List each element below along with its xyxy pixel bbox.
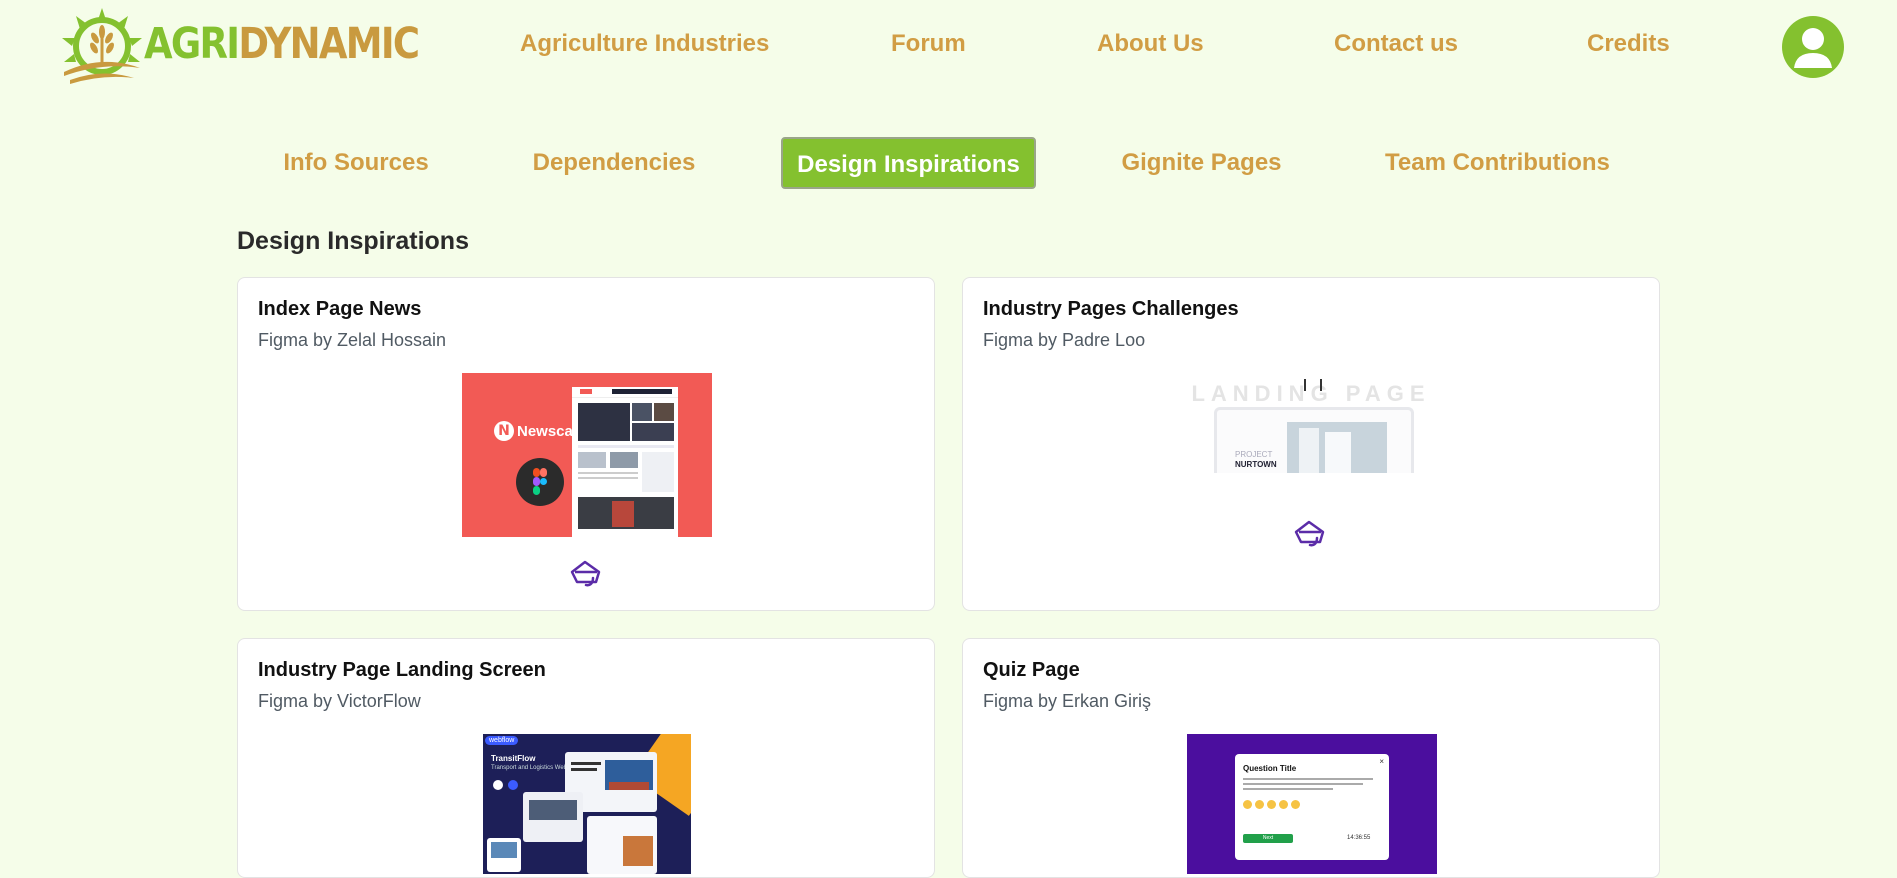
laptop-preview: PROJECT NURTOWN [1214,407,1414,473]
card-title: Industry Page Landing Screen [258,659,546,681]
design-thumbnail[interactable]: webflow TransitFlow Transport and Logist… [483,734,691,874]
design-card: Index Page News Figma by Zelal Hossain N… [237,277,935,611]
card-subtitle: Figma by Padre Loo [983,330,1146,350]
nav-agriculture-industries[interactable]: Agriculture Industries [520,30,769,58]
webflow-badge: webflow [485,736,519,745]
design-thumbnail[interactable]: LANDING PAGE PROJECT NURTOWN [1186,373,1436,473]
design-card: Industry Page Landing Screen Figma by Vi… [237,638,935,878]
card-title: Index Page News [258,298,422,320]
figma-link-icon[interactable] [569,558,603,588]
top-navigation: AGRIDYNAMIC Agriculture Industries Forum… [0,0,1897,95]
tab-design-inspirations[interactable]: Design Inspirations [781,137,1036,189]
tab-dependencies[interactable]: Dependencies [528,137,700,189]
card-title: Industry Pages Challenges [983,298,1239,320]
nav-credits[interactable]: Credits [1587,30,1670,58]
design-thumbnail[interactable]: × Question Title Next 14:36:55 [1187,734,1437,874]
thumb-brand: TransitFlow [491,754,536,763]
card-subtitle: Figma by VictorFlow [258,691,421,711]
quiz-dialog-preview: × Question Title Next 14:36:55 [1235,754,1389,860]
user-profile-button[interactable] [1782,16,1844,78]
user-icon [1794,28,1832,68]
agridynamic-logo[interactable]: AGRIDYNAMIC [56,6,420,86]
newscast-page-preview [572,387,678,537]
nav-contact-us[interactable]: Contact us [1334,30,1458,58]
tab-info-sources[interactable]: Info Sources [274,137,438,189]
monogram-mark [1304,379,1322,391]
tab-gignite-pages[interactable]: Gignite Pages [1118,137,1285,189]
nav-about-us[interactable]: About Us [1097,30,1204,58]
card-subtitle: Figma by Zelal Hossain [258,330,447,350]
tab-team-contributions[interactable]: Team Contributions [1385,137,1610,189]
nav-forum[interactable]: Forum [891,30,966,58]
brand-name: AGRIDYNAMIC [144,19,420,69]
design-card: Quiz Page Figma by Erkan Giriş × Questio… [962,638,1660,878]
figma-link-icon[interactable] [1293,518,1327,548]
wheat-sun-icon [62,8,142,84]
card-title: Quiz Page [983,659,1080,681]
design-thumbnail[interactable]: N Newscast [462,373,712,537]
design-card: Industry Pages Challenges Figma by Padre… [962,277,1660,611]
card-subtitle: Figma by Erkan Giriş [983,691,1152,711]
figma-logo-icon [516,458,564,506]
section-title: Design Inspirations [237,227,469,255]
